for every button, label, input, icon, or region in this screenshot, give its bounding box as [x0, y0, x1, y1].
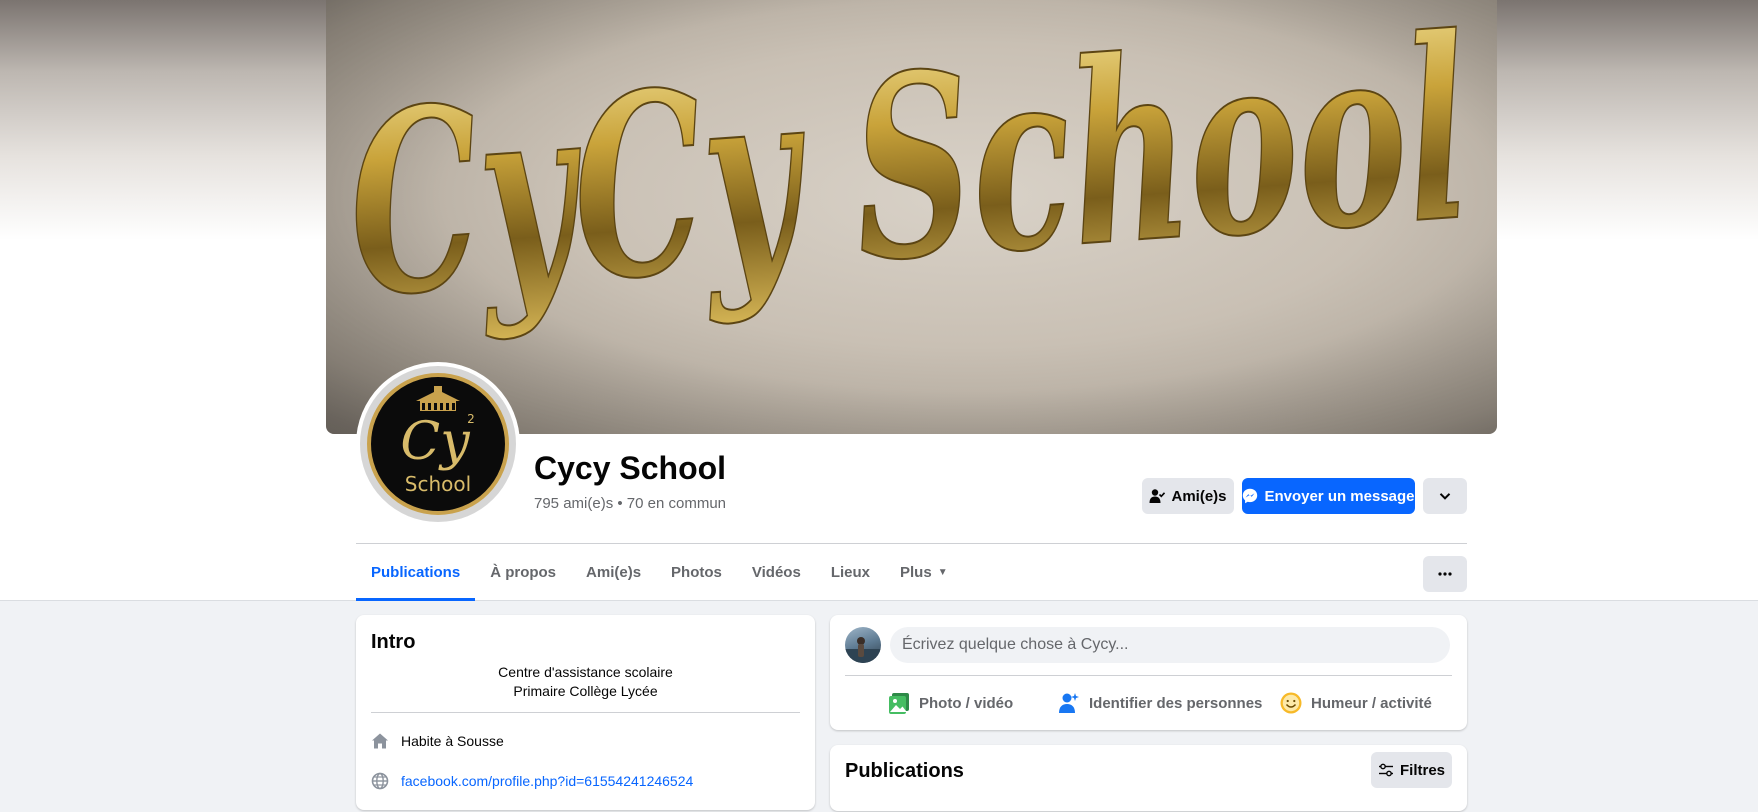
publications-title: Publications: [845, 760, 964, 782]
intro-lives-in: Habite à Sousse: [371, 732, 504, 750]
composer-divider: [845, 675, 1452, 676]
logo-text: Cy: [400, 412, 470, 472]
photo-video-button[interactable]: Photo / vidéo: [887, 683, 1013, 723]
building-icon: [416, 386, 460, 411]
school-logo: Cy 2 School: [367, 373, 509, 515]
tab-publications[interactable]: Publications: [356, 544, 476, 601]
tabs-more-button[interactable]: [1423, 556, 1467, 592]
intro-website: facebook.com/profile.php?id=615542412465…: [371, 772, 693, 790]
messenger-icon: [1243, 488, 1258, 504]
smiley-icon: [1280, 692, 1302, 714]
tab-places[interactable]: Lieux: [816, 544, 885, 601]
tab-about[interactable]: À propos: [475, 544, 571, 601]
caret-down-icon: ▼: [937, 567, 948, 578]
lives-prefix: Habite à: [401, 733, 458, 749]
mutual-friends-count[interactable]: 795 ami(e)s • 70 en commun: [534, 495, 726, 512]
cover-photo-image: CyCy School: [326, 0, 1497, 434]
intro-bio-line-2: Primaire Collège Lycée: [513, 683, 658, 699]
tab-friends[interactable]: Ami(e)s: [571, 544, 656, 601]
globe-icon: [371, 772, 389, 790]
lives-city[interactable]: Sousse: [457, 733, 504, 749]
profile-avatar[interactable]: Cy 2 School: [356, 362, 520, 526]
home-icon: [372, 733, 388, 749]
friends-button-label: Ami(e)s: [1171, 487, 1227, 505]
friend-check-icon: [1149, 489, 1166, 503]
photo-icon: [889, 693, 909, 714]
send-message-label: Envoyer un message: [1264, 487, 1415, 505]
logo-superscript: 2: [467, 412, 475, 426]
profile-name: Cycy School: [534, 450, 727, 486]
tag-people-button[interactable]: Identifier des personnes: [1057, 683, 1262, 723]
intro-card: Intro Centre d'assistance scolaire Prima…: [356, 615, 815, 810]
user-avatar[interactable]: [845, 627, 881, 663]
filters-icon: [1378, 763, 1393, 777]
filters-button[interactable]: Filtres: [1371, 752, 1452, 788]
tab-more[interactable]: Plus ▼: [885, 544, 963, 601]
profile-link[interactable]: facebook.com/profile.php?id=615542412465…: [401, 773, 693, 789]
tag-people-icon: [1059, 693, 1079, 713]
intro-divider: [371, 712, 800, 713]
post-composer-input[interactable]: Écrivez quelque chose à Cycy...: [890, 627, 1450, 663]
ellipsis-icon: [1438, 572, 1452, 576]
tab-videos[interactable]: Vidéos: [737, 544, 816, 601]
tab-photos[interactable]: Photos: [656, 544, 737, 601]
composer-card: Écrivez quelque chose à Cycy... Photo / …: [830, 615, 1467, 730]
profile-tabs: Publications À propos Ami(e)s Photos Vid…: [356, 544, 963, 601]
feeling-activity-button[interactable]: Humeur / activité: [1279, 683, 1432, 723]
publications-header-card: Publications Filtres: [830, 745, 1467, 811]
intro-title: Intro: [371, 631, 416, 653]
send-message-button[interactable]: Envoyer un message: [1242, 478, 1415, 514]
chevron-down-icon: [1439, 493, 1451, 500]
friends-button[interactable]: Ami(e)s: [1142, 478, 1234, 514]
logo-subtext: School: [405, 472, 471, 496]
profile-more-button[interactable]: [1423, 478, 1467, 514]
cover-photo[interactable]: CyCy School: [326, 0, 1497, 434]
intro-bio-line-1: Centre d'assistance scolaire: [498, 664, 673, 680]
